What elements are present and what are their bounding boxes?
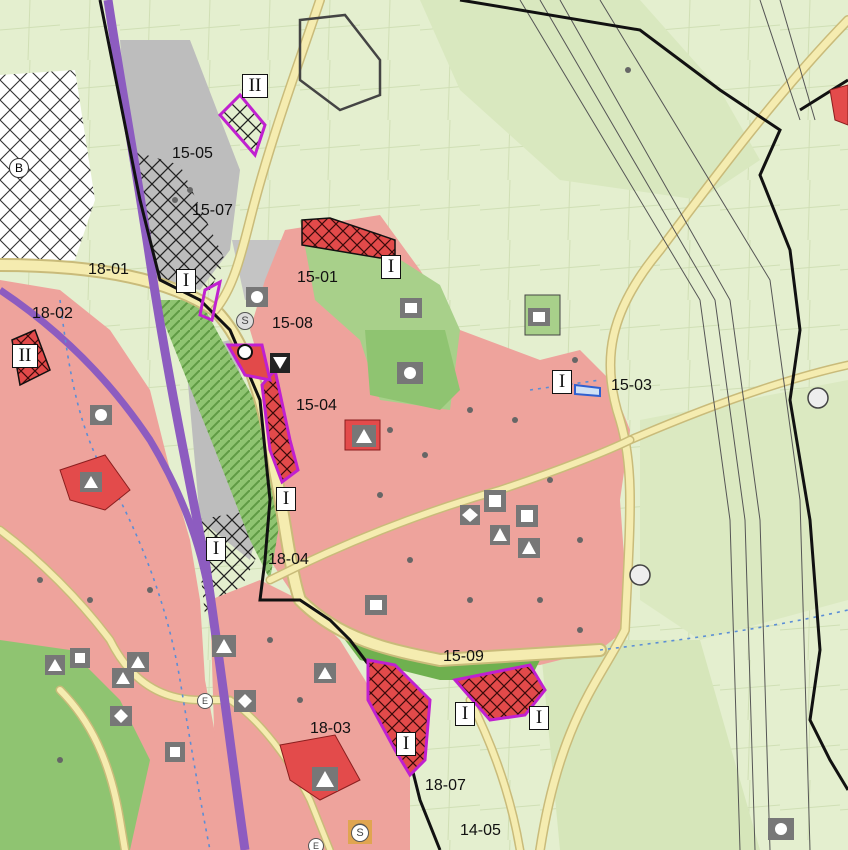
category-marker: I xyxy=(396,732,416,756)
area-label-18-07: 18-07 xyxy=(425,777,466,794)
area-label-15-09: 15-09 xyxy=(443,648,484,665)
category-marker: II xyxy=(12,344,38,368)
planned-zone-15-03 xyxy=(574,383,601,398)
area-label-18-01: 18-01 xyxy=(88,261,129,278)
area-label-15-01: 15-01 xyxy=(297,269,338,286)
circle-s-symbol: S xyxy=(236,312,254,330)
area-label-15-05: 15-05 xyxy=(172,145,213,162)
circle-e-symbol: E xyxy=(308,838,324,850)
area-label-15-08: 15-08 xyxy=(272,315,313,332)
area-label-18-04: 18-04 xyxy=(268,551,309,568)
land-use-map: B S S E E 15-05 15-07 18-01 18-02 15-01 … xyxy=(0,0,848,850)
area-label-14-05: 14-05 xyxy=(460,822,501,839)
category-marker: I xyxy=(381,255,401,279)
category-marker: I xyxy=(529,706,549,730)
area-label-18-02: 18-02 xyxy=(32,305,73,322)
category-marker: I xyxy=(552,370,572,394)
category-marker: I xyxy=(176,269,196,293)
area-label-15-07: 15-07 xyxy=(192,202,233,219)
category-marker: II xyxy=(242,74,268,98)
category-marker: I xyxy=(206,537,226,561)
area-label-18-03: 18-03 xyxy=(310,720,351,737)
category-marker: I xyxy=(455,702,475,726)
circle-e-symbol: E xyxy=(197,693,213,709)
category-marker: I xyxy=(276,487,296,511)
area-label-15-04: 15-04 xyxy=(296,397,337,414)
map-canvas xyxy=(0,0,848,850)
circle-b-symbol: B xyxy=(9,158,29,178)
circle-s-symbol: S xyxy=(351,824,369,842)
area-label-15-03: 15-03 xyxy=(611,377,652,394)
